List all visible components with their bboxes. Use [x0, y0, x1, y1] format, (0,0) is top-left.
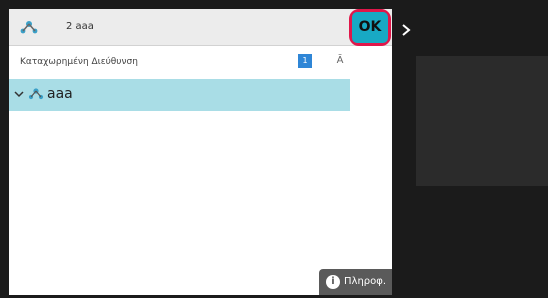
info-icon: i [326, 275, 340, 289]
group-icon [28, 88, 44, 100]
arrow-right-icon[interactable] [399, 23, 413, 37]
address-book-icon [20, 21, 38, 34]
chevron-down-icon[interactable] [14, 90, 24, 98]
list-item-name: aaa [47, 86, 73, 102]
screen: 2 aaa Καταχωρημένη Διεύθυνση 1 Ā aaa i Π… [0, 0, 548, 298]
sort-label: Ā [336, 55, 344, 66]
address-header: 2 aaa [9, 9, 392, 46]
preview-area [416, 56, 548, 186]
registered-address-row: Καταχωρημένη Διεύθυνση 1 Ā [9, 46, 392, 78]
ok-button[interactable]: OK [352, 12, 388, 43]
address-list-area [9, 111, 350, 295]
info-button-label: Πληροφ. [344, 276, 387, 287]
registered-count-badge[interactable]: 1 [298, 54, 312, 68]
address-summary: 2 aaa [66, 21, 94, 32]
address-panel: 2 aaa Καταχωρημένη Διεύθυνση 1 Ā aaa i Π… [9, 9, 392, 295]
sort-icon[interactable]: Ā [329, 51, 351, 71]
list-item-selected[interactable]: aaa [9, 79, 350, 111]
info-button[interactable]: i Πληροφ. [319, 269, 392, 295]
registered-address-label: Καταχωρημένη Διεύθυνση [20, 57, 138, 67]
